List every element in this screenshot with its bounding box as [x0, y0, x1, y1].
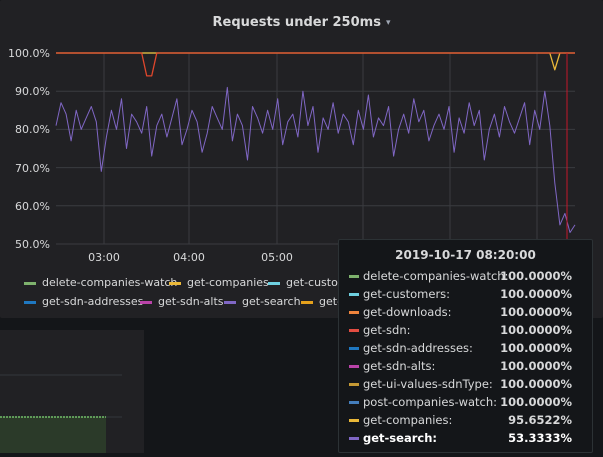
x-tick-label: 05:00 — [261, 251, 293, 264]
tooltip-row-highlighted: get-search: 53.3333% — [349, 431, 582, 447]
legend-swatch — [140, 300, 152, 304]
series-swatch — [349, 437, 359, 440]
tooltip-row: get-customers: 100.0000% — [349, 287, 582, 303]
series-swatch — [349, 401, 359, 404]
tooltip-series-name: delete-companies-watch: — [363, 269, 509, 283]
legend-swatch — [301, 300, 313, 304]
series-swatch — [349, 419, 359, 422]
secondary-graph-plot[interactable] — [0, 330, 144, 453]
legend-swatch — [24, 300, 36, 304]
tooltip-series-value: 100.0000% — [500, 359, 572, 373]
tooltip-series-value: 100.0000% — [500, 323, 572, 337]
tooltip-series-value: 100.0000% — [500, 395, 572, 409]
legend-item-get-search[interactable]: get-search — [224, 295, 301, 308]
tooltip-series-name: get-sdn: — [363, 323, 411, 337]
tooltip-series-name: get-ui-values-sdnType: — [363, 377, 493, 391]
tooltip-row: get-ui-values-sdnType: 100.0000% — [349, 377, 582, 393]
tooltip-series-name: get-companies: — [363, 413, 453, 427]
tooltip-series-name: post-companies-watch: — [363, 395, 498, 409]
legend-item-get-sdn-addresses[interactable]: get-sdn-addresses — [24, 295, 143, 308]
series-line-get-search — [55, 86, 576, 233]
series-line-get-sdn — [56, 52, 575, 77]
tooltip-series-value: 100.0000% — [500, 269, 572, 283]
series-swatch — [349, 347, 359, 350]
legend-label: get-search — [242, 295, 301, 308]
series-line-get-companies — [56, 52, 575, 71]
legend-item-get-customers[interactable]: get-custom — [268, 276, 349, 289]
tooltip-series-name: get-sdn-alts: — [363, 359, 436, 373]
graph-tooltip: 2019-10-17 08:20:00 delete-companies-wat… — [338, 239, 593, 453]
series-swatch — [349, 275, 359, 278]
tooltip-series-value: 95.6522% — [508, 413, 572, 427]
legend-swatch — [169, 281, 181, 285]
secondary-graph-panel — [0, 330, 144, 453]
tooltip-series-value: 100.0000% — [500, 287, 572, 301]
series-swatch — [349, 383, 359, 386]
tooltip-series-value: 53.3333% — [508, 431, 572, 445]
legend-swatch — [268, 281, 280, 285]
legend-item-get-truncated[interactable]: get- — [301, 295, 341, 308]
series-swatch — [349, 365, 359, 368]
tooltip-series-value: 100.0000% — [500, 341, 572, 355]
tooltip-series-name: get-customers: — [363, 287, 451, 301]
legend-label: get-sdn-alts — [158, 295, 224, 308]
tooltip-series-value: 100.0000% — [500, 377, 572, 391]
legend-label: delete-companies-watch — [42, 276, 178, 289]
legend-item-delete-companies-watch[interactable]: delete-companies-watch — [24, 276, 177, 289]
legend-swatch — [24, 281, 36, 285]
series-swatch — [349, 311, 359, 314]
legend-swatch — [224, 300, 236, 304]
legend-label: get-companies — [187, 276, 269, 289]
x-tick-label: 03:00 — [88, 251, 120, 264]
tooltip-row: get-sdn-alts: 100.0000% — [349, 359, 582, 375]
series-area-fill — [0, 417, 106, 453]
tooltip-row: get-companies: 95.6522% — [349, 413, 582, 429]
tooltip-row: get-sdn-addresses: 100.0000% — [349, 341, 582, 357]
tooltip-series-name: get-downloads: — [363, 305, 452, 319]
tooltip-row: delete-companies-watch: 100.0000% — [349, 269, 582, 285]
tooltip-series-name: get-sdn-addresses: — [363, 341, 473, 355]
series-swatch — [349, 293, 359, 296]
legend-item-get-companies[interactable]: get-companies — [169, 276, 269, 289]
tooltip-row: get-downloads: 100.0000% — [349, 305, 582, 321]
tooltip-row: post-companies-watch: 100.0000% — [349, 395, 582, 411]
series-swatch — [349, 329, 359, 332]
legend-item-get-sdn-alts[interactable]: get-sdn-alts — [140, 295, 224, 308]
tooltip-series-value: 100.0000% — [500, 305, 572, 319]
tooltip-row: get-sdn: 100.0000% — [349, 323, 582, 339]
legend-label: get-sdn-addresses — [42, 295, 144, 308]
tooltip-timestamp: 2019-10-17 08:20:00 — [395, 248, 536, 262]
tooltip-series-name: get-search: — [363, 431, 437, 445]
x-tick-label: 04:00 — [173, 251, 205, 264]
